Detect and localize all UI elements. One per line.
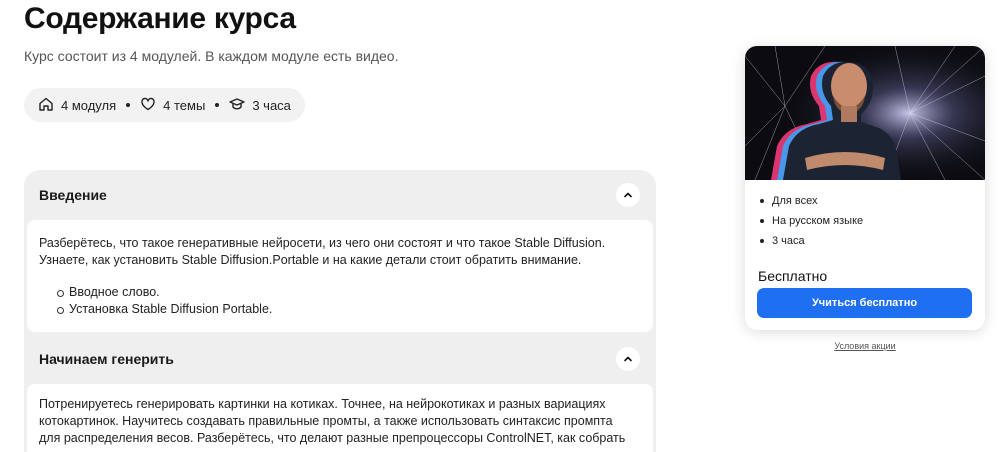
module-title: Введение <box>39 187 107 203</box>
instructor-photo <box>745 46 985 180</box>
feature-item: На русском языке <box>760 214 985 234</box>
module-body-generate: Потренируетесь генерировать картинки на … <box>27 384 653 452</box>
stat-topics-label: 4 темы <box>163 97 206 113</box>
page-title: Содержание курса <box>24 2 296 35</box>
stat-duration-label: 3 часа <box>252 97 291 113</box>
enroll-free-button[interactable]: Учиться бесплатно <box>757 288 972 318</box>
module-title: Начинаем генерить <box>39 351 174 367</box>
chevron-up-icon <box>624 356 632 362</box>
module-description: Потренируетесь генерировать картинки на … <box>39 396 640 447</box>
module-body-intro: Разберётесь, что такое генеративные нейр… <box>27 220 653 332</box>
course-price: Бесплатно <box>758 268 828 284</box>
stat-modules-label: 4 модуля <box>61 97 117 113</box>
collapse-button[interactable] <box>616 183 640 207</box>
home-icon <box>38 96 54 115</box>
description-line: Потренируетесь генерировать картинки на … <box>39 397 606 411</box>
feature-item: Для всех <box>760 194 985 214</box>
separator-dot <box>215 103 220 107</box>
page-subtitle: Курс состоит из 4 модулей. В каждом моду… <box>24 48 399 64</box>
separator-dot <box>126 103 131 107</box>
lesson-list: Вводное слово. Установка Stable Diffusio… <box>39 284 640 318</box>
course-modules-accordion: Введение Разберётесь, что такое генерати… <box>24 170 656 452</box>
heart-icon <box>140 96 156 115</box>
description-line: Узнаете, как установить Stable Diffusion… <box>39 253 582 267</box>
module-description: Разберётесь, что такое генеративные нейр… <box>39 235 640 269</box>
description-line: для распределения весов. Разберётесь, чт… <box>39 431 626 445</box>
stat-topics: 4 темы <box>140 96 205 115</box>
module-header-generate[interactable]: Начинаем генерить <box>24 334 656 384</box>
course-card: Для всех На русском языке 3 часа Бесплат… <box>745 46 985 330</box>
stat-duration: 3 часа <box>229 96 291 115</box>
course-stats: 4 модуля 4 темы 3 часа <box>24 88 305 122</box>
chevron-up-icon <box>624 192 632 198</box>
lesson-item: Вводное слово. <box>57 284 640 301</box>
collapse-button[interactable] <box>616 347 640 371</box>
stat-modules: 4 модуля <box>38 96 116 115</box>
description-line: Разберётесь, что такое генеративные нейр… <box>39 236 606 250</box>
lesson-item: Установка Stable Diffusion Portable. <box>57 301 640 318</box>
promo-terms-link[interactable]: Условия акции <box>745 341 985 351</box>
module-header-intro[interactable]: Введение <box>24 170 656 220</box>
feature-item: 3 часа <box>760 234 985 254</box>
description-line: котокартинок. Научитесь создавать правил… <box>39 414 613 428</box>
graduation-cap-icon <box>229 96 246 115</box>
course-features: Для всех На русском языке 3 часа <box>745 180 985 254</box>
